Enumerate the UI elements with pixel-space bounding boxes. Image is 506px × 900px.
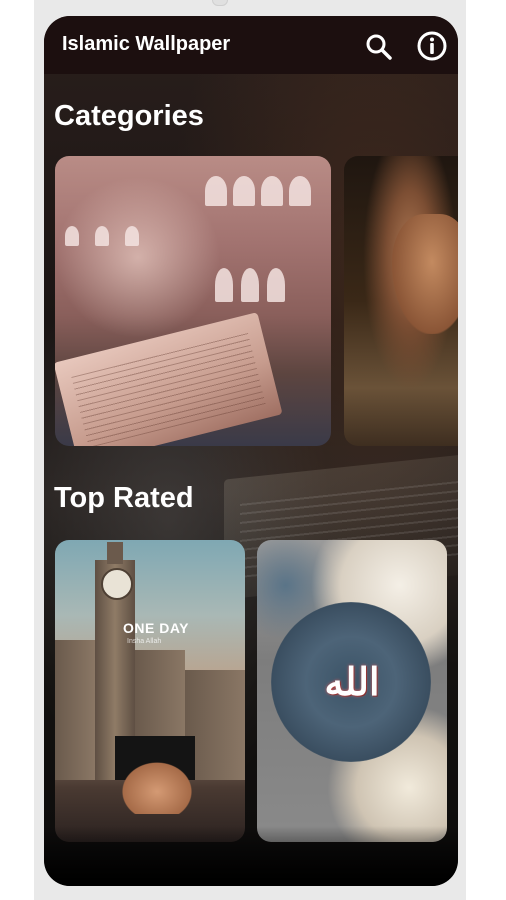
left-margin <box>0 0 34 900</box>
mosque-window <box>241 268 259 302</box>
heart-hands-image <box>117 758 197 814</box>
mosque-window <box>205 176 227 206</box>
mosque-window <box>261 176 283 206</box>
card-caption: ONE DAY <box>123 620 190 636</box>
mosque-window <box>215 268 233 302</box>
right-margin <box>466 0 506 900</box>
praying-hand-image <box>392 214 458 334</box>
top-rated-card-allah-calligraphy[interactable]: الله <box>257 540 447 842</box>
clock-face <box>101 568 133 600</box>
bottom-fade <box>44 826 458 886</box>
top-rated-card-makkah[interactable]: ONE DAY Insha Allah <box>55 540 245 842</box>
top-rated-heading: Top Rated <box>54 482 194 514</box>
app-screen: Islamic Wallpaper Categories Top Rated O… <box>44 16 458 886</box>
category-card-dua[interactable] <box>344 156 458 446</box>
search-icon <box>366 34 392 60</box>
mosque-window <box>65 226 79 246</box>
allah-calligraphy-image: الله <box>324 659 381 704</box>
info-icon <box>417 31 447 61</box>
app-bar: Islamic Wallpaper <box>44 16 458 74</box>
mosque-window <box>267 268 285 302</box>
mosque-window <box>95 226 109 246</box>
categories-heading: Categories <box>54 100 204 132</box>
building-image <box>55 640 95 780</box>
open-quran-image <box>55 312 283 446</box>
mosque-window <box>233 176 255 206</box>
app-title: Islamic Wallpaper <box>62 33 231 55</box>
card-subcaption: Insha Allah <box>127 638 162 645</box>
info-button[interactable] <box>416 30 448 62</box>
camera-dot <box>212 0 228 6</box>
tower-spire <box>107 542 123 564</box>
category-card-mosque[interactable] <box>55 156 331 446</box>
mosque-window <box>289 176 311 206</box>
search-button[interactable] <box>364 32 394 62</box>
mosque-window <box>125 226 139 246</box>
